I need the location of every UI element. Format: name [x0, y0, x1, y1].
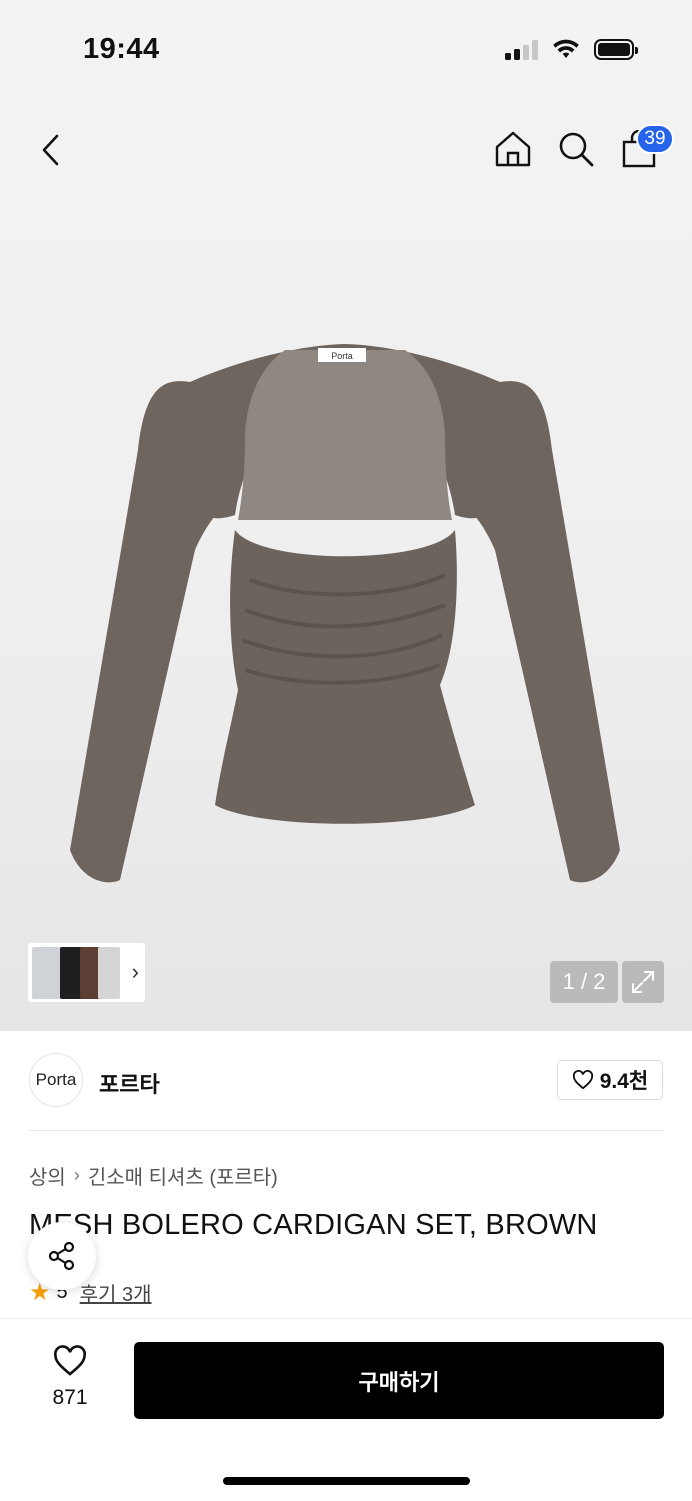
- chevron-right-icon: ›: [131, 959, 139, 984]
- search-icon: [559, 132, 594, 167]
- heart-icon: [53, 1345, 87, 1376]
- back-icon: [42, 134, 59, 166]
- brand-row[interactable]: Porta 포르타 9.4천: [0, 1031, 692, 1131]
- home-button[interactable]: [492, 128, 534, 170]
- thumbnail-image: [98, 946, 120, 999]
- image-counter: 1 / 2: [550, 961, 618, 1003]
- status-icons: [505, 38, 638, 60]
- home-indicator[interactable]: [223, 1477, 470, 1485]
- expand-button[interactable]: [622, 961, 664, 1003]
- brand-name[interactable]: 포르타: [99, 1067, 160, 1099]
- buy-button[interactable]: 구매하기: [134, 1342, 664, 1419]
- reviews-link[interactable]: 후기 3개: [80, 1278, 152, 1307]
- thumbnail-strip[interactable]: ›: [28, 943, 145, 1002]
- breadcrumb-item[interactable]: 상의: [29, 1161, 66, 1190]
- chevron-right-icon: ›: [73, 1165, 80, 1185]
- search-button[interactable]: [555, 128, 597, 170]
- cart-count-badge: 39: [636, 124, 674, 154]
- brand-like-button[interactable]: 9.4천: [557, 1060, 663, 1100]
- product-gallery[interactable]: 19:44 39 Porta › 1 / 2: [0, 0, 692, 1031]
- brand-like-count: 9.4천: [599, 1070, 649, 1093]
- product-image: Porta: [70, 344, 620, 883]
- wishlist-count: 871: [52, 1386, 88, 1409]
- divider: [29, 1130, 664, 1131]
- bottom-action-bar: 871 구매하기: [0, 1318, 692, 1501]
- heart-icon: [572, 1070, 593, 1090]
- status-time: 19:44: [83, 33, 160, 65]
- signal-icon: [505, 38, 538, 60]
- share-icon: [48, 1241, 75, 1271]
- wifi-icon: [553, 39, 579, 58]
- back-button[interactable]: [30, 130, 70, 170]
- brand-tag: Porta: [331, 351, 353, 361]
- product-title: MESH BOLERO CARDIGAN SET, BROWN: [29, 1209, 598, 1241]
- expand-icon: [632, 971, 654, 993]
- wishlist-button[interactable]: 871: [40, 1345, 100, 1410]
- breadcrumb-item[interactable]: 긴소매 티셔츠 (포르타): [88, 1161, 278, 1190]
- home-icon: [495, 131, 531, 167]
- share-button[interactable]: [28, 1222, 96, 1290]
- battery-icon: [594, 38, 638, 60]
- breadcrumb: 상의 › 긴소매 티셔츠 (포르타): [29, 1161, 278, 1190]
- brand-logo[interactable]: Porta: [29, 1053, 83, 1107]
